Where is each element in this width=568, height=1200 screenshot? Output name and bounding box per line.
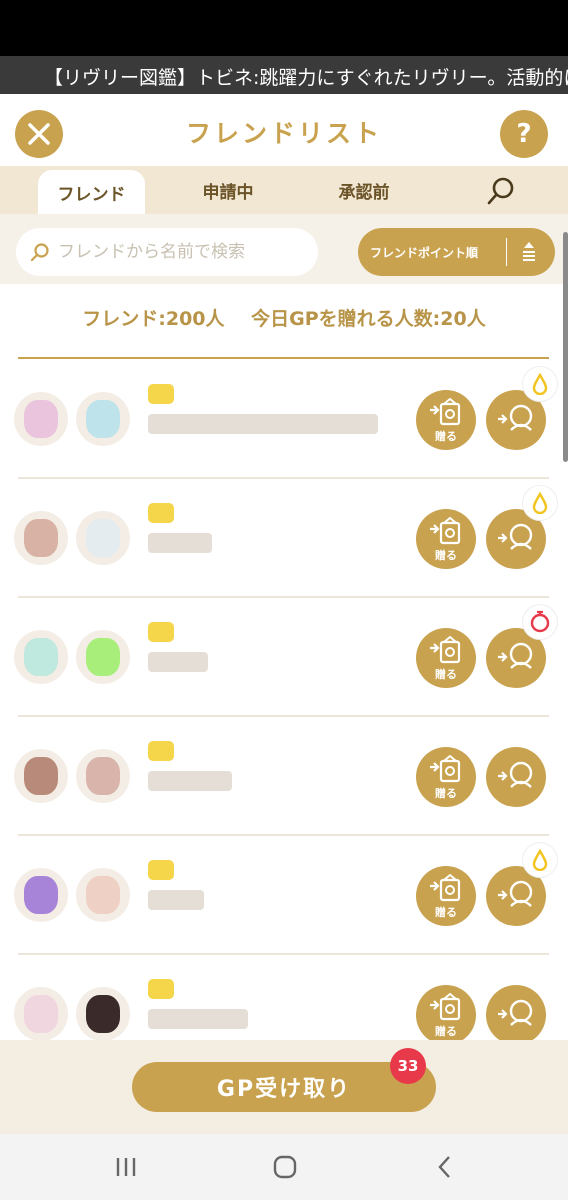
avatar [14,511,68,565]
divider [506,238,507,266]
news-ticker: 【リヴリー図鑑】トビネ:跳躍力にすぐれたリヴリー。活動的に飛 [0,56,568,94]
timer-icon [530,610,550,633]
gift-icon [430,874,461,902]
sort-button[interactable]: フレンドポイント順 [358,228,555,276]
rank-badge [148,741,174,761]
search-box [16,228,318,276]
search-icon [487,177,514,205]
avatar [14,392,68,446]
friend-summary: フレンド:200人 今日GPを贈れる人数:20人 [0,304,568,331]
friend-row[interactable]: 贈る [0,717,568,836]
friend-name-blurred [148,533,212,553]
avatar [14,630,68,684]
friend-row[interactable]: 贈る [0,479,568,598]
friend-row[interactable]: 贈る [0,955,568,1040]
friend-count: フレンド:200人 [82,308,225,330]
status-indicator [522,366,558,402]
sort-label: フレンドポイント順 [370,245,479,260]
drop-icon [532,849,548,871]
send-gp-label: 贈る [435,430,457,443]
receive-icon [498,404,533,431]
receive-gp-button[interactable] [486,985,546,1040]
status-indicator [522,604,558,640]
bottom-action-bar: GP受け取り 33 [0,1040,568,1134]
avatar [76,868,130,922]
rank-badge [148,503,174,523]
header: フレンドリスト ? [0,94,568,166]
divider [18,357,549,359]
drop-icon [532,492,548,514]
send-gp-label: 贈る [435,787,457,800]
receive-icon [498,880,533,907]
gp-send-count: 今日GPを贈れる人数:20人 [251,308,486,330]
avatar [76,511,130,565]
send-gp-label: 贈る [435,1025,457,1038]
friend-search-input[interactable] [58,242,298,262]
send-gp-label: 贈る [435,668,457,681]
friend-name-blurred [148,1009,248,1029]
back-icon [438,1156,450,1178]
friend-name-blurred [148,652,208,672]
avatar [76,749,130,803]
avatar [76,987,130,1040]
gift-icon [430,993,461,1021]
gift-icon [430,755,461,783]
tab-search-button[interactable] [485,175,517,207]
tab-bar: フレンド 申請中 承認前 [0,166,568,214]
send-gp-label: 贈る [435,549,457,562]
friend-name-blurred [148,890,204,910]
gp-count-badge: 33 [390,1048,426,1084]
send-gp-label: 贈る [435,906,457,919]
avatar [14,749,68,803]
recent-apps-icon [116,1158,136,1176]
gift-icon [430,398,461,426]
home-button[interactable] [270,1154,300,1180]
avatar [76,630,130,684]
friend-name-blurred [148,414,378,434]
tab-friends[interactable]: フレンド [38,170,145,214]
send-gp-button[interactable]: 贈る [416,390,476,450]
recent-apps-button[interactable] [111,1154,141,1180]
rank-badge [148,860,174,880]
tab-awaiting-approval[interactable]: 承認前 [312,166,416,214]
sort-order-icon [523,242,535,261]
home-icon [273,1155,297,1179]
gift-icon [430,636,461,664]
send-gp-button[interactable]: 贈る [416,509,476,569]
avatar [14,868,68,922]
page-title: フレンドリスト [185,119,382,148]
friend-row[interactable]: 贈る [0,836,568,955]
back-button[interactable] [430,1154,460,1180]
avatar [76,392,130,446]
status-indicator [522,485,558,521]
friend-row[interactable]: 贈る [0,598,568,717]
receive-gp-button[interactable] [486,747,546,807]
search-icon [30,243,49,262]
system-nav-bar [0,1134,568,1200]
rank-badge [148,622,174,642]
receive-icon [498,999,533,1026]
gift-icon [430,517,461,545]
tab-pending[interactable]: 申請中 [176,166,280,214]
friend-row[interactable]: 贈る [0,360,568,479]
status-bar [0,0,568,56]
avatar [14,987,68,1040]
send-gp-button[interactable]: 贈る [416,866,476,926]
filter-bar: フレンドポイント順 [0,214,568,284]
friend-list: 贈る 贈る 贈る 贈る 贈る 贈る [0,360,568,1040]
send-gp-button[interactable]: 贈る [416,747,476,807]
receive-icon [498,761,533,788]
rank-badge [148,979,174,999]
scrollbar[interactable] [563,232,568,462]
send-gp-button[interactable]: 贈る [416,628,476,688]
friend-name-blurred [148,771,232,791]
help-button[interactable]: ? [500,110,548,158]
drop-icon [532,373,548,395]
receive-icon [498,642,533,669]
ticker-text: 【リヴリー図鑑】トビネ:跳躍力にすぐれたリヴリー。活動的に飛 [44,67,568,89]
rank-badge [148,384,174,404]
status-indicator [522,842,558,878]
receive-icon [498,523,533,550]
send-gp-button[interactable]: 贈る [416,985,476,1040]
